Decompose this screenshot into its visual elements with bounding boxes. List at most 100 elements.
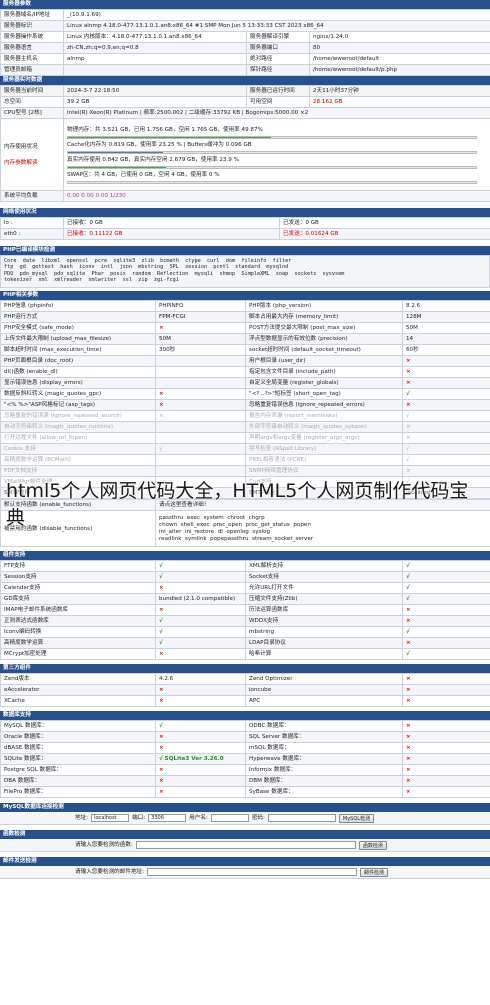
database-header: 数据库支持	[0, 711, 490, 720]
table-row: Postgre SQL 数据库： × Informix 数据库： ×	[0, 764, 490, 776]
load-value: 0.00 0.00 0.00 1/230	[63, 190, 490, 202]
param-label: SQLite 数据库：	[0, 753, 156, 765]
realtime-header: 服务器实时数据	[0, 76, 490, 85]
table-row: MCrypt加密处理 × 哈希计算 √	[0, 648, 490, 660]
param-value: ×	[402, 465, 490, 477]
param-value: 14	[402, 333, 490, 345]
mysql-test-button[interactable]: MySQL检测	[338, 813, 375, 823]
param-value	[155, 421, 246, 433]
param-label: 指定包含文件目录 (include_path)	[245, 366, 403, 378]
param-value: ×	[402, 366, 490, 378]
mem-bar-real	[67, 166, 477, 169]
param-label: Zend版本	[0, 673, 156, 685]
param-value: √	[402, 454, 490, 466]
mail-test-input[interactable]	[147, 868, 358, 876]
table-row: PHP信息 (phpinfo) PHPINFO PHP版本 (php_version…	[0, 300, 490, 312]
param-value: nginx/1.24.0	[308, 31, 490, 43]
table-row: PHP运行方式 FPM-FCGI 脚本占用最大内存 (memory_limit) 12…	[0, 311, 490, 323]
param-value: FPM-FCGI	[155, 311, 246, 323]
param-value	[155, 366, 246, 378]
param-label: PHP安全模式 (safe_mode)	[0, 322, 156, 334]
table-row: 服务器主机名 alnmp 绝对路径/home/wwwroot/default	[0, 53, 490, 65]
uptime-value: 2天11小时37分钟	[309, 85, 490, 97]
param-label: mbstring	[245, 626, 403, 638]
param-label: DBM 数据库：	[245, 775, 403, 787]
param-label: 声明argv和argc变量 (register_argc_argv)	[245, 432, 403, 444]
time-label: 服务器当前时间	[0, 85, 64, 97]
table-row: PDF文档支持 SNMP网络管理协议 ×	[0, 465, 490, 477]
param-value: /home/wwwroot/default/p.php	[308, 64, 490, 76]
mysql-addr-label: 地址:	[75, 814, 89, 821]
param-value: √	[155, 560, 246, 572]
mysql-port-label: 端口:	[132, 814, 146, 821]
param-value	[155, 432, 246, 444]
memory-detail: 物理内存：共 3.521 GB，已用 1.756 GB，空闲 1.765 GB，…	[63, 118, 490, 191]
mysql-port-input[interactable]: 3306	[148, 814, 187, 822]
mail-test-header: 邮件发送检测	[0, 857, 490, 866]
table-row: eAccelerator × ioncube ×	[0, 684, 490, 696]
param-value: ×	[402, 637, 490, 649]
memory-label: 内存使用状况	[4, 143, 38, 150]
param-label: DBA 数据库：	[0, 775, 156, 787]
param-value: ×	[155, 648, 246, 660]
mem-line-physical: 物理内存：共 3.521 GB，已用 1.756 GB，空闲 1.765 GB，…	[67, 127, 263, 133]
sent-value: 已发送：0 GB	[279, 217, 490, 229]
table-row: SQLite 数据库： √ SQLite3 Ver 3.26.0 Hyperwave…	[0, 753, 490, 765]
param-label: "<% %>"ASP风格标记 (asp_tags)	[0, 399, 156, 411]
mysql-pass-input[interactable]	[267, 814, 336, 822]
func-test-input[interactable]	[135, 841, 356, 849]
param-label: 用户根目录 (user_dir)	[245, 355, 403, 367]
param-label: 忽略重复的错误源 (ignore_repeated_source)	[0, 410, 156, 422]
mail-test-form: 请输入您要检测的邮件地址: 邮件检测	[0, 866, 490, 879]
param-value: √	[402, 571, 490, 583]
param-value: ×	[402, 720, 490, 732]
param-label: socket超时时间 (default_socket_timeout)	[245, 344, 403, 356]
param-value: √	[155, 637, 246, 649]
table-row: 高精度数学运算 √ LDAP目录协议 ×	[0, 637, 490, 649]
param-label: ODBC 数据库：	[245, 720, 403, 732]
param-label: Cookie 支持	[0, 443, 156, 455]
mail-test-button[interactable]: 邮件检测	[360, 867, 389, 877]
param-label: Zend Optimizer	[245, 673, 403, 685]
func-test-form: 请输入您要检测的函数: 函数检测	[0, 839, 490, 852]
param-label: 服务器解译引擎	[246, 31, 310, 43]
param-value: ×	[155, 695, 246, 707]
param-value: ×	[155, 775, 246, 787]
param-label: 服务器主机名	[0, 53, 64, 65]
table-row: 数据反斜杠转义 (magic_quotes_gpc) × "<?...?>"短标签 …	[0, 388, 490, 400]
param-value: √	[402, 593, 490, 605]
table-row: 脚本超时时间 (max_execution_time) 300秒 socket超时时…	[0, 344, 490, 356]
mysql-addr-input[interactable]: localhost	[91, 814, 130, 822]
param-label: FilePro 数据库：	[0, 786, 156, 798]
table-row: Session支持 √ Socket支持 √	[0, 571, 490, 583]
param-label: 拼写检查 (ASpell Library)	[245, 443, 403, 455]
param-value	[155, 454, 246, 466]
param-value: zh-CN,zh;q=0.9,en;q=0.8	[63, 42, 247, 54]
table-row: dl()函数 (enable_dl) 指定包含文件目录 (include_path…	[0, 366, 490, 378]
param-value: √	[155, 720, 246, 732]
memory-note-link[interactable]: 内存参数解读	[4, 158, 60, 168]
param-label: 绝对路径	[246, 53, 310, 65]
free-value: 28.162 GB	[309, 96, 490, 108]
mem-bar-swap	[67, 181, 477, 184]
param-label: 历法运算函数库	[245, 604, 403, 616]
table-row: 服务器操作系统 Linux 内核版本：4.18.0-477.13.1.0.1.an…	[0, 31, 490, 43]
third-party-table: Zend版本 4.2.6 Zend Optimizer × eAccelerator × i…	[0, 673, 490, 707]
param-value: ×	[402, 742, 490, 754]
table-row: DBA 数据库： × DBM 数据库： ×	[0, 775, 490, 787]
param-value: √	[155, 626, 246, 638]
param-value: ×	[402, 764, 490, 776]
param-value: ×	[402, 673, 490, 685]
table-row: GD库支持 bundled (2.1.0 compatible) 压缩文件支持(Zl…	[0, 593, 490, 605]
func-test-button[interactable]: 函数检测	[358, 840, 387, 850]
param-label: Hyperwave 数据库：	[245, 753, 403, 765]
table-row: 忽略重复的错误源 (ignore_repeated_source) × 报告内存泄漏…	[0, 410, 490, 422]
param-label: 服务器端口	[246, 42, 310, 54]
param-value: 60秒	[402, 344, 490, 356]
param-value: 4.2.6	[155, 673, 246, 685]
param-label: 探针路径	[246, 64, 310, 76]
mysql-user-input[interactable]	[210, 814, 249, 822]
param-label: MySQL 数据库：	[0, 720, 156, 732]
table-row: 管理员邮箱 探针路径/home/wwwroot/default/p.php	[0, 64, 490, 76]
param-label: PREL相容语法 (PCRE)	[245, 454, 403, 466]
